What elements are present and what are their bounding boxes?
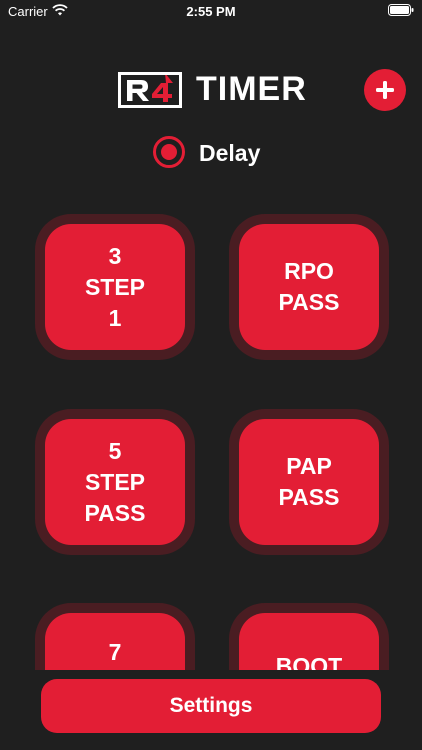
settings-button[interactable]: Settings bbox=[41, 679, 381, 733]
r4-logo bbox=[118, 72, 182, 108]
plus-icon bbox=[376, 81, 394, 99]
delay-radio[interactable] bbox=[153, 136, 185, 168]
tile-5-step-pass[interactable]: 5 STEP PASS bbox=[45, 419, 185, 545]
tile-ring-5-step-pass: 5 STEP PASS bbox=[35, 409, 195, 555]
delay-radio-dot bbox=[161, 144, 177, 160]
tile-ring-rpo-pass: RPO PASS bbox=[229, 214, 389, 360]
tile-ring-pap-pass: PAP PASS bbox=[229, 409, 389, 555]
delay-label: Delay bbox=[199, 140, 261, 166]
app-title: TIMER bbox=[196, 70, 307, 108]
tile-3-step-1[interactable]: 3 STEP 1 bbox=[45, 224, 185, 350]
clock: 2:55 PM bbox=[186, 4, 236, 19]
tile-ring-3-step-1: 3 STEP 1 bbox=[35, 214, 195, 360]
status-bar: Carrier 2:55 PM bbox=[0, 0, 422, 24]
tile-rpo-pass[interactable]: RPO PASS bbox=[239, 224, 379, 350]
app-screen: Carrier 2:55 PM TIMER Delay 3 STEP 1 RPO… bbox=[0, 0, 422, 750]
delay-toggle[interactable]: Delay bbox=[153, 136, 293, 170]
add-button[interactable] bbox=[364, 69, 406, 111]
battery-icon bbox=[388, 4, 414, 16]
r4-logo-graphic bbox=[127, 75, 173, 102]
tile-pap-pass[interactable]: PAP PASS bbox=[239, 419, 379, 545]
